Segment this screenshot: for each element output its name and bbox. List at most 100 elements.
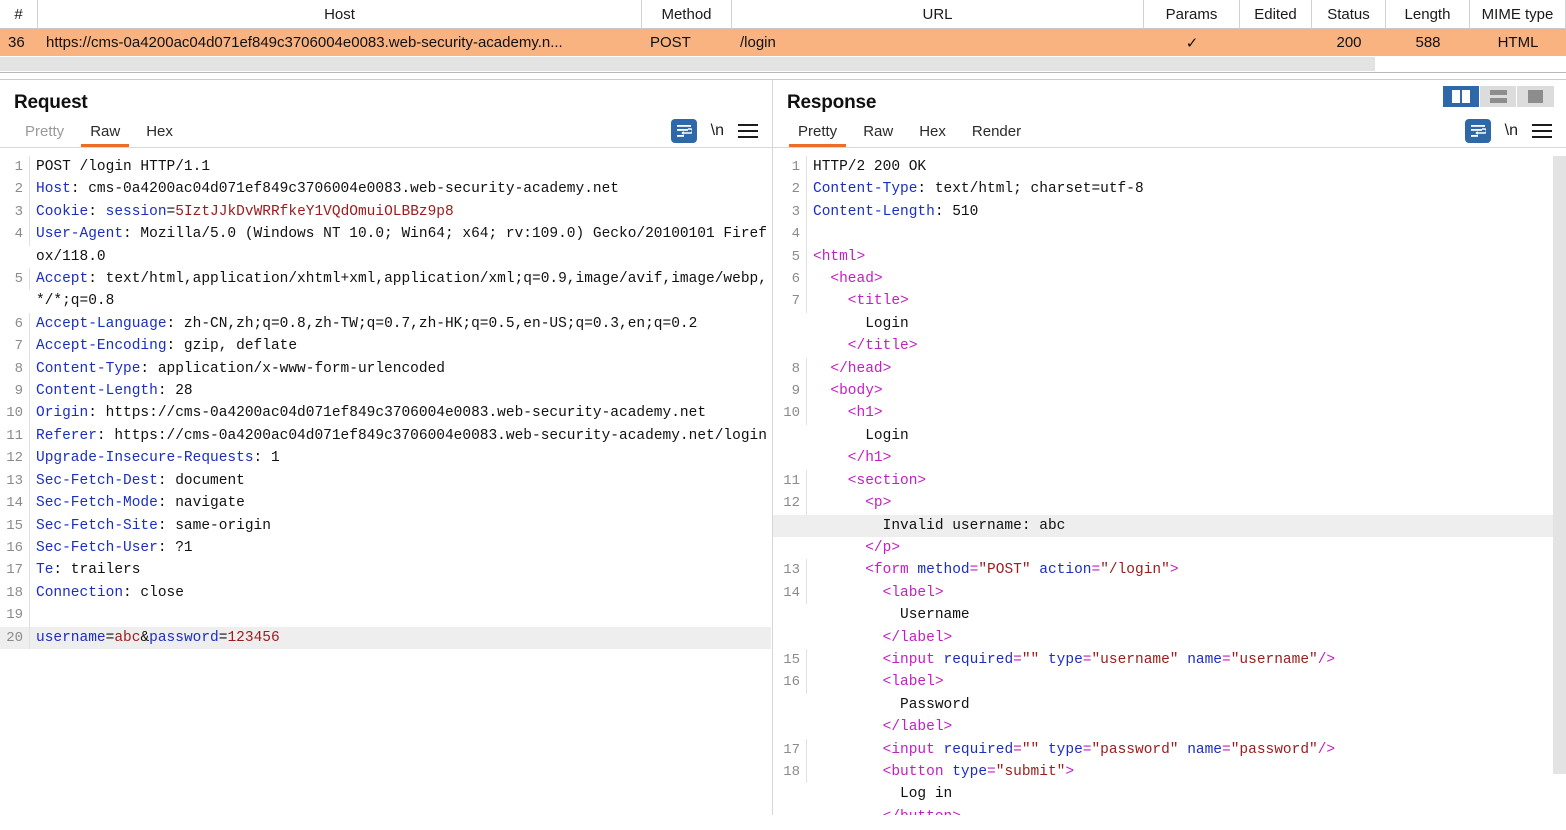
tab-response-raw[interactable]: Raw bbox=[852, 123, 904, 147]
code-line: 7 <title> bbox=[773, 290, 1566, 312]
column-header-num[interactable]: # bbox=[0, 0, 38, 29]
cell-host: https://cms-0a4200ac04d071ef849c3706004e… bbox=[38, 29, 642, 56]
column-header-params[interactable]: Params bbox=[1144, 0, 1240, 29]
newline-toggle-icon[interactable]: \n bbox=[711, 122, 724, 140]
tab-request-hex[interactable]: Hex bbox=[135, 123, 184, 147]
request-panel-title: Request bbox=[0, 80, 772, 114]
word-wrap-icon[interactable] bbox=[671, 119, 697, 143]
panel-splitter[interactable] bbox=[0, 73, 1566, 80]
code-line: </p> bbox=[773, 537, 1566, 559]
response-panel: Response Pretty Raw Hex Render \n bbox=[773, 80, 1566, 815]
line-number: 18 bbox=[773, 761, 807, 783]
code-line-content: </button> bbox=[807, 806, 1566, 815]
line-number: 15 bbox=[773, 649, 807, 671]
code-line-content: Accept-Language: zh-CN,zh;q=0.8,zh-TW;q=… bbox=[30, 313, 772, 335]
column-header-method[interactable]: Method bbox=[642, 0, 732, 29]
column-header-mime[interactable]: MIME type bbox=[1470, 0, 1566, 29]
code-line: 19 bbox=[0, 604, 772, 626]
code-line-content: <form method="POST" action="/login"> bbox=[807, 559, 1566, 581]
code-line: 13Sec-Fetch-Dest: document bbox=[0, 470, 772, 492]
request-panel: Request Pretty Raw Hex \n bbox=[0, 80, 773, 815]
tab-request-pretty[interactable]: Pretty bbox=[14, 123, 75, 147]
code-line-content: Login bbox=[807, 425, 1566, 447]
table-row[interactable]: 36 https://cms-0a4200ac04d071ef849c37060… bbox=[0, 29, 1566, 56]
code-line-content: <h1> bbox=[807, 402, 1566, 424]
code-line: 18 <button type="submit"> bbox=[773, 761, 1566, 783]
hamburger-menu-icon[interactable] bbox=[1532, 124, 1552, 138]
line-number: 5 bbox=[0, 268, 30, 290]
column-header-url[interactable]: URL bbox=[732, 0, 1144, 29]
word-wrap-icon[interactable] bbox=[1465, 119, 1491, 143]
column-header-length[interactable]: Length bbox=[1386, 0, 1470, 29]
code-line: 12 <p> bbox=[773, 492, 1566, 514]
line-number: 19 bbox=[0, 604, 30, 626]
response-tab-bar: Pretty Raw Hex Render \n bbox=[773, 114, 1566, 148]
side-by-side-layout-button[interactable] bbox=[1443, 86, 1480, 107]
table-horizontal-scrollbar[interactable] bbox=[0, 56, 1566, 73]
line-number: 12 bbox=[773, 492, 807, 514]
code-line-content: <title> bbox=[807, 290, 1566, 312]
code-line-content: Content-Length: 28 bbox=[30, 380, 772, 402]
column-header-status[interactable]: Status bbox=[1312, 0, 1386, 29]
line-number: 14 bbox=[773, 582, 807, 604]
table-header-row: # Host Method URL Params Edited Status L… bbox=[0, 0, 1566, 29]
code-line: 12Upgrade-Insecure-Requests: 1 bbox=[0, 447, 772, 469]
tab-request-raw[interactable]: Raw bbox=[79, 123, 131, 147]
single-pane-layout-button[interactable] bbox=[1517, 86, 1554, 107]
line-number: 16 bbox=[773, 671, 807, 693]
line-number: 2 bbox=[773, 178, 807, 200]
code-line: 14 <label> bbox=[773, 582, 1566, 604]
code-line: 10Origin: https://cms-0a4200ac04d071ef84… bbox=[0, 402, 772, 424]
hamburger-menu-icon[interactable] bbox=[738, 124, 758, 138]
line-number: 2 bbox=[0, 178, 30, 200]
response-vertical-scrollbar[interactable] bbox=[1553, 156, 1566, 815]
cell-length: 588 bbox=[1386, 29, 1470, 56]
code-line: 7Accept-Encoding: gzip, deflate bbox=[0, 335, 772, 357]
column-header-edited[interactable]: Edited bbox=[1240, 0, 1312, 29]
tab-response-render[interactable]: Render bbox=[961, 123, 1032, 147]
tab-response-pretty[interactable]: Pretty bbox=[787, 123, 848, 147]
newline-toggle-icon[interactable]: \n bbox=[1505, 122, 1518, 140]
code-line: 20username=abc&password=123456 bbox=[0, 627, 772, 649]
response-code-lines: 1HTTP/2 200 OK2Content-Type: text/html; … bbox=[773, 156, 1566, 815]
code-line: 3Cookie: session=5IztJJkDvWRRfkeY1VQdOmu… bbox=[0, 201, 772, 223]
code-line: </label> bbox=[773, 627, 1566, 649]
code-line-content: <button type="submit"> bbox=[807, 761, 1566, 783]
code-line-content: Connection: close bbox=[30, 582, 772, 604]
code-line: 8Content-Type: application/x-www-form-ur… bbox=[0, 358, 772, 380]
code-line: 14Sec-Fetch-Mode: navigate bbox=[0, 492, 772, 514]
column-header-host[interactable]: Host bbox=[38, 0, 642, 29]
code-line-content: User-Agent: Mozilla/5.0 (Windows NT 10.0… bbox=[30, 223, 772, 268]
cell-status: 200 bbox=[1312, 29, 1386, 56]
code-line-content: <body> bbox=[807, 380, 1566, 402]
code-line: 18Connection: close bbox=[0, 582, 772, 604]
stacked-layout-button[interactable] bbox=[1480, 86, 1517, 107]
code-line: 17 <input required="" type="password" na… bbox=[773, 739, 1566, 761]
layout-toggle-group bbox=[1443, 86, 1554, 107]
code-line: 16Sec-Fetch-User: ?1 bbox=[0, 537, 772, 559]
scrollbar-thumb[interactable] bbox=[1553, 156, 1566, 774]
tab-response-hex[interactable]: Hex bbox=[908, 123, 957, 147]
code-line-content: Referer: https://cms-0a4200ac04d071ef849… bbox=[30, 425, 772, 447]
message-editor-panes: Request Pretty Raw Hex \n bbox=[0, 80, 1566, 815]
response-editor[interactable]: 1HTTP/2 200 OK2Content-Type: text/html; … bbox=[773, 156, 1566, 815]
code-line: 4User-Agent: Mozilla/5.0 (Windows NT 10.… bbox=[0, 223, 772, 268]
request-editor[interactable]: 1POST /login HTTP/1.12Host: cms-0a4200ac… bbox=[0, 156, 772, 815]
code-line: 5Accept: text/html,application/xhtml+xml… bbox=[0, 268, 772, 313]
code-line-content: Password bbox=[807, 694, 1566, 716]
code-line-content: <html> bbox=[807, 246, 1566, 268]
code-line-content: <label> bbox=[807, 582, 1566, 604]
line-number: 11 bbox=[773, 470, 807, 492]
line-number: 8 bbox=[773, 358, 807, 380]
code-line-content: Cookie: session=5IztJJkDvWRRfkeY1VQdOmui… bbox=[30, 201, 772, 223]
code-line: Login bbox=[773, 313, 1566, 335]
scrollbar-thumb[interactable] bbox=[0, 57, 1375, 71]
line-number: 17 bbox=[0, 559, 30, 581]
code-line-content: Content-Type: application/x-www-form-url… bbox=[30, 358, 772, 380]
code-line: 1HTTP/2 200 OK bbox=[773, 156, 1566, 178]
code-line: 2Host: cms-0a4200ac04d071ef849c3706004e0… bbox=[0, 178, 772, 200]
cell-edited bbox=[1240, 29, 1312, 56]
line-number: 12 bbox=[0, 447, 30, 469]
code-line: Login bbox=[773, 425, 1566, 447]
code-line-content: Accept: text/html,application/xhtml+xml,… bbox=[30, 268, 772, 313]
